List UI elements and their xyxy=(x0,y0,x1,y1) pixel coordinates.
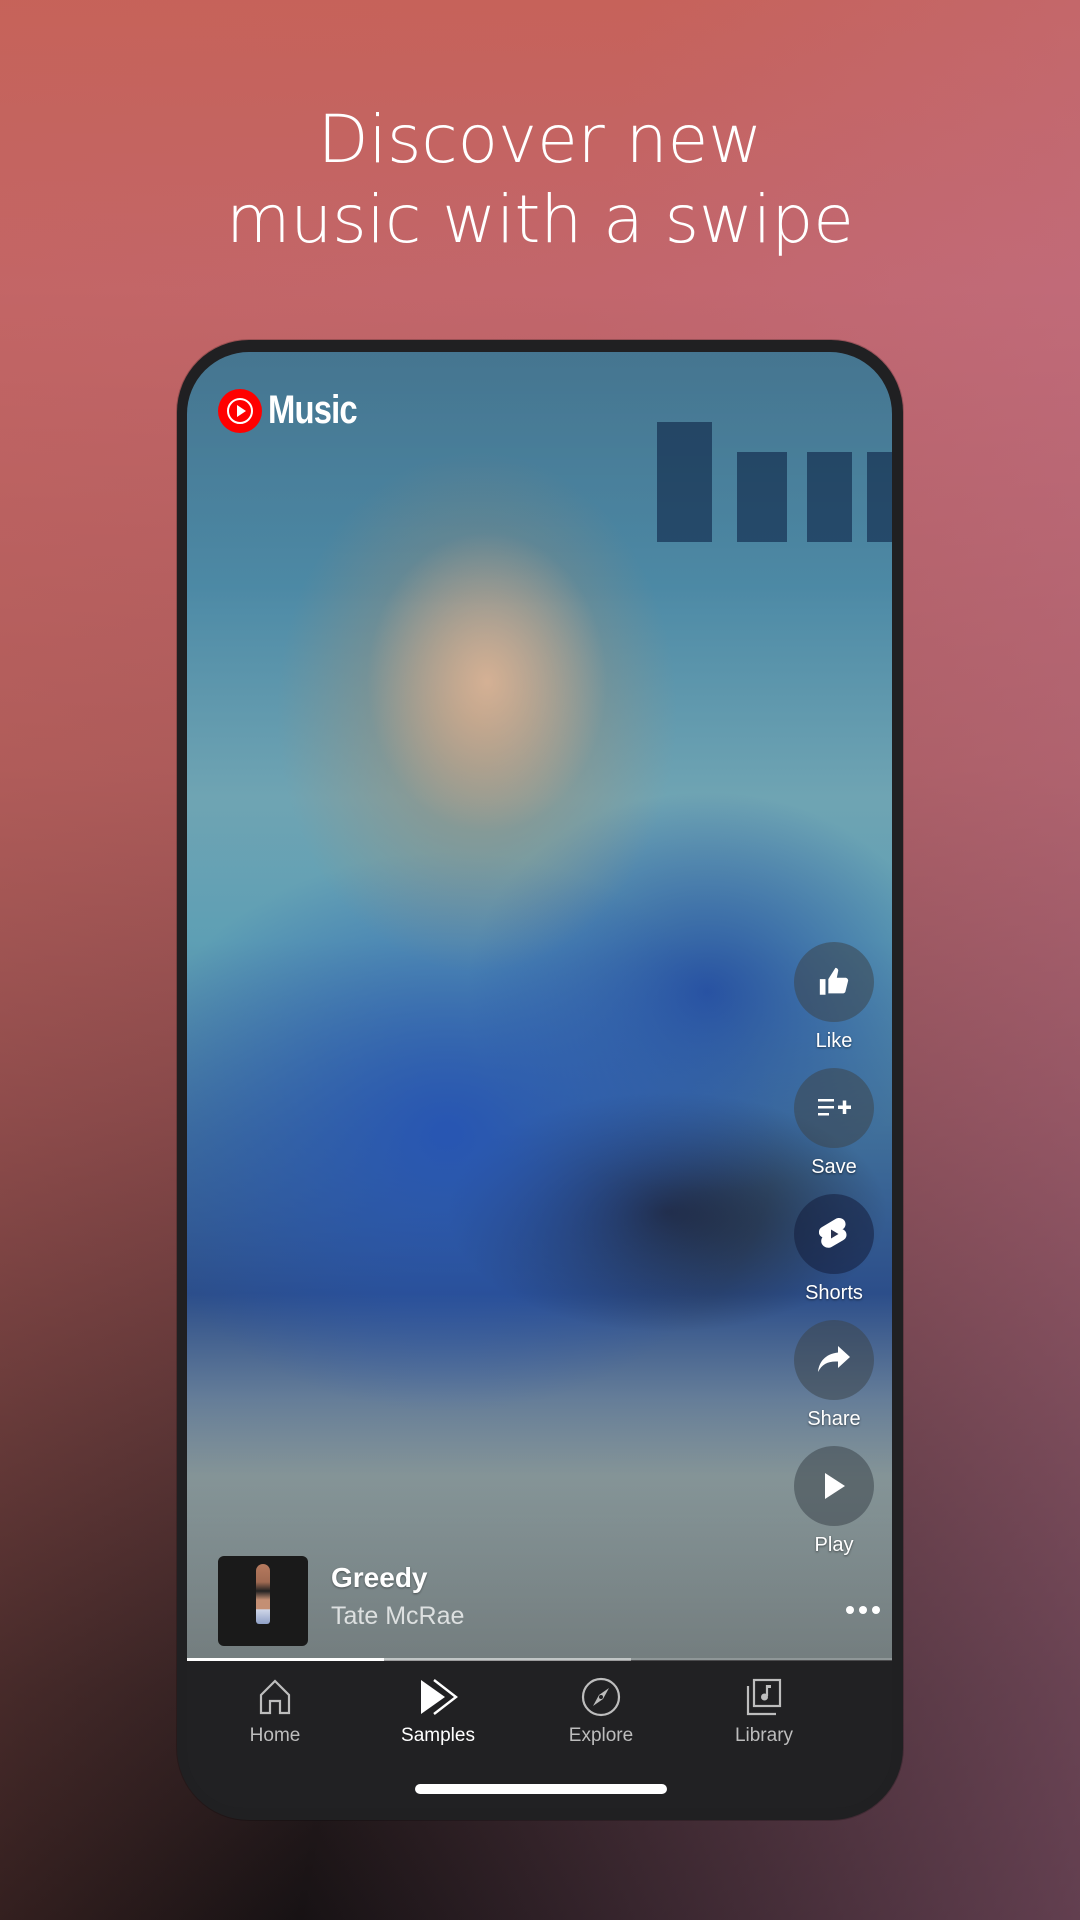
like-button[interactable]: Like xyxy=(794,942,874,1053)
play-icon xyxy=(825,1473,845,1499)
gesture-home-indicator[interactable] xyxy=(415,1784,667,1794)
playlist-add-icon xyxy=(818,1099,851,1116)
shorts-button[interactable]: Shorts xyxy=(794,1194,874,1305)
home-icon xyxy=(259,1679,291,1715)
shorts-label: Shorts xyxy=(805,1282,863,1304)
video-shade xyxy=(187,352,892,1660)
nav-item-library[interactable]: Library xyxy=(689,1675,839,1747)
promo-headline: Discover new music with a swipe xyxy=(0,100,1080,260)
compass-icon xyxy=(581,1677,621,1717)
youtube-music-icon xyxy=(218,388,262,433)
now-playing-info: Greedy Tate McRae xyxy=(218,1556,880,1646)
play-button[interactable]: Play xyxy=(794,1446,874,1557)
album-thumbnail[interactable] xyxy=(218,1556,308,1646)
thumbs-up-icon xyxy=(819,967,849,995)
youtube-music-logo: Music xyxy=(218,388,376,433)
track-title[interactable]: Greedy xyxy=(331,1562,428,1594)
save-button[interactable]: Save xyxy=(794,1068,874,1179)
more-dot-icon xyxy=(872,1606,880,1614)
share-label: Share xyxy=(807,1408,861,1430)
nav-item-samples[interactable]: Samples xyxy=(363,1675,513,1747)
like-label: Like xyxy=(815,1030,853,1052)
play-label: Play xyxy=(814,1534,854,1556)
samples-icon xyxy=(421,1679,458,1715)
more-options-button[interactable] xyxy=(835,1600,891,1620)
save-label: Save xyxy=(811,1156,857,1178)
nav-label-home: Home xyxy=(249,1725,301,1746)
library-icon xyxy=(746,1678,782,1716)
more-dot-icon xyxy=(859,1606,867,1614)
phone-screen: Music Like Save Shorts Share Play Greedy… xyxy=(187,352,892,1808)
headline-line-1: Discover new xyxy=(317,101,763,178)
share-arrow-icon xyxy=(818,1346,850,1372)
phone-frame: Music Like Save Shorts Share Play Greedy… xyxy=(177,340,903,1820)
nav-item-home[interactable]: Home xyxy=(200,1675,350,1747)
nav-label-library: Library xyxy=(734,1725,794,1746)
track-artist[interactable]: Tate McRae xyxy=(331,1602,464,1631)
nav-label-samples: Samples xyxy=(401,1725,475,1746)
share-button[interactable]: Share xyxy=(794,1320,874,1431)
shorts-icon xyxy=(819,1218,847,1248)
headline-line-2: music with a swipe xyxy=(226,181,854,258)
logo-text: Music xyxy=(268,388,358,432)
bottom-navigation: Home Samples Explore Library xyxy=(187,1661,892,1808)
more-dot-icon xyxy=(846,1606,854,1614)
nav-item-explore[interactable]: Explore xyxy=(526,1675,676,1747)
nav-label-explore: Explore xyxy=(568,1725,634,1746)
